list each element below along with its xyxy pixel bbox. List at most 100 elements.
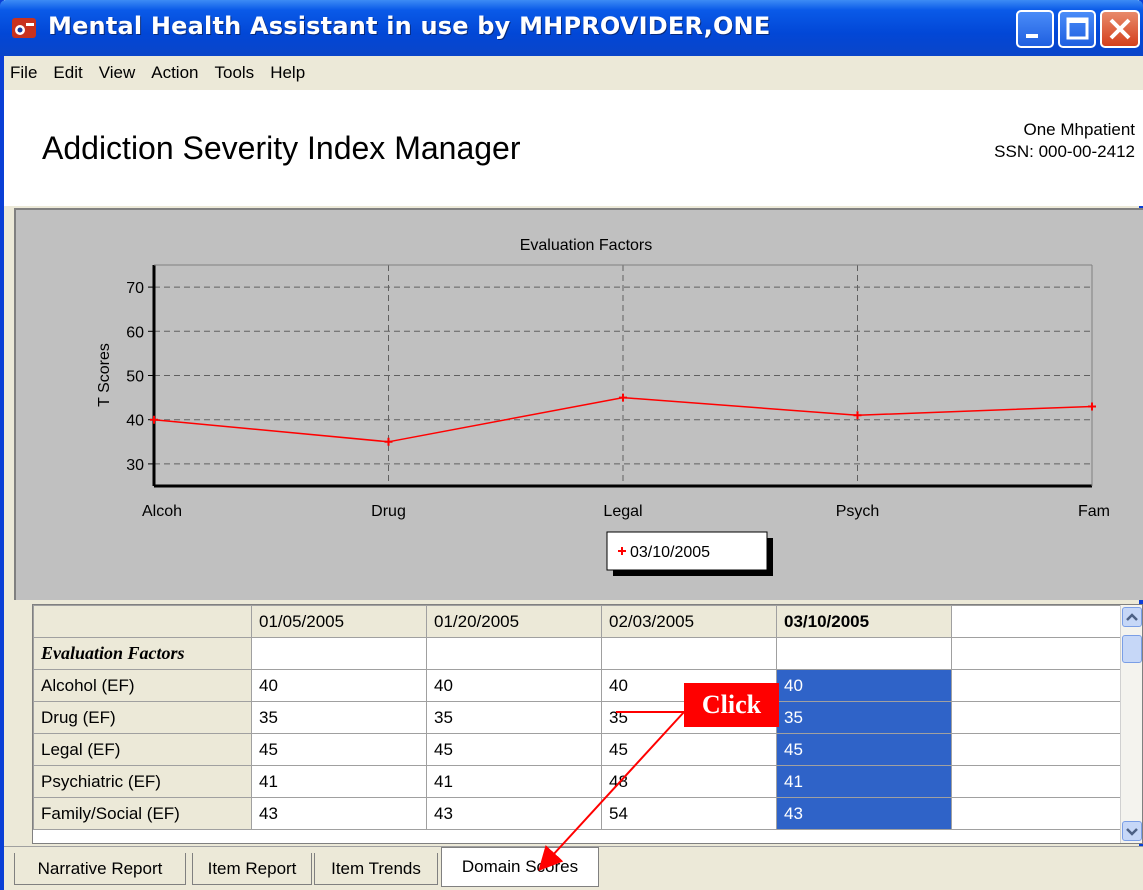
x-tick-label: Legal: [603, 503, 642, 520]
table-cell-selected[interactable]: 40: [776, 669, 952, 702]
table-cell[interactable]: 35: [426, 701, 602, 734]
menu-action[interactable]: Action: [143, 63, 206, 83]
table-cell[interactable]: 45: [251, 733, 427, 766]
empty-cell: [951, 701, 1132, 734]
data-point: [853, 411, 862, 420]
table-cell: [251, 637, 427, 670]
table-cell[interactable]: 54: [601, 797, 777, 830]
menu-tools[interactable]: Tools: [207, 63, 263, 83]
tab-bar: Narrative Report Item Report Item Trends…: [4, 846, 1143, 890]
menu-help[interactable]: Help: [262, 63, 313, 83]
title-bar[interactable]: Mental Health Assistant in use by MHPROV…: [0, 0, 1143, 56]
menu-bar: File Edit View Action Tools Help: [4, 56, 1143, 90]
table-cell[interactable]: 43: [251, 797, 427, 830]
row-label: Family/Social (EF): [33, 797, 252, 830]
scores-grid[interactable]: 01/05/2005 01/20/2005 02/03/2005 03/10/2…: [32, 604, 1143, 844]
scroll-thumb[interactable]: [1122, 635, 1142, 663]
scores-table: 01/05/2005 01/20/2005 02/03/2005 03/10/2…: [33, 605, 1132, 830]
scroll-down-button[interactable]: [1122, 821, 1142, 841]
page-title: Addiction Severity Index Manager: [42, 130, 521, 166]
minimize-icon: [1026, 34, 1038, 38]
window-title: Mental Health Assistant in use by MHPROV…: [48, 12, 771, 40]
table-cell: [601, 637, 777, 670]
empty-cell: [951, 605, 1132, 638]
evaluation-factors-chart: Evaluation Factors T Scores 30 40 50 60 70 Al…: [96, 237, 1110, 576]
tab-domain-scores[interactable]: Domain Scores: [441, 847, 599, 887]
menu-view[interactable]: View: [91, 63, 144, 83]
column-header[interactable]: 01/20/2005: [426, 605, 602, 638]
y-tick-label: 50: [126, 369, 144, 386]
data-point: [1088, 402, 1096, 411]
minimize-button[interactable]: [1016, 10, 1054, 48]
vertical-scrollbar[interactable]: [1120, 605, 1142, 843]
empty-cell: [951, 797, 1132, 830]
y-tick-label: 70: [126, 280, 144, 297]
table-cell[interactable]: 45: [426, 733, 602, 766]
table-cell-selected[interactable]: 45: [776, 733, 952, 766]
data-point: [384, 437, 393, 446]
row-label: Alcohol (EF): [33, 669, 252, 702]
app-window: Mental Health Assistant in use by MHPROV…: [0, 0, 1143, 890]
chevron-up-icon: [1126, 613, 1138, 621]
y-tick-label: 30: [126, 457, 144, 474]
click-annotation: Click: [684, 683, 779, 727]
x-tick-label: Alcoh: [142, 503, 182, 520]
table-cell[interactable]: 40: [251, 669, 427, 702]
column-header-selected[interactable]: 03/10/2005: [776, 605, 952, 638]
table-corner: [33, 605, 252, 638]
table-cell: [426, 637, 602, 670]
y-axis-label: T Scores: [96, 343, 113, 407]
chart-legend: 03/10/2005: [606, 531, 773, 576]
menu-edit[interactable]: Edit: [45, 63, 90, 83]
table-cell[interactable]: 45: [601, 733, 777, 766]
table-row[interactable]: Drug (EF) 35 35 35 35: [33, 701, 1132, 734]
menu-file[interactable]: File: [4, 63, 45, 83]
row-label: Legal (EF): [33, 733, 252, 766]
table-section-row: Evaluation Factors: [33, 637, 1132, 670]
close-button[interactable]: [1100, 10, 1140, 48]
table-cell[interactable]: 43: [426, 797, 602, 830]
app-icon: [12, 18, 36, 38]
maximize-button[interactable]: [1058, 10, 1096, 48]
patient-name: One Mhpatient: [1023, 120, 1135, 139]
column-header[interactable]: 01/05/2005: [251, 605, 427, 638]
table-cell: [776, 637, 952, 670]
row-label: Psychiatric (EF): [33, 765, 252, 798]
table-cell[interactable]: 41: [426, 765, 602, 798]
scroll-up-button[interactable]: [1122, 607, 1142, 627]
x-tick-label: Fam: [1078, 503, 1110, 520]
empty-cell: [951, 637, 1132, 670]
row-label: Drug (EF): [33, 701, 252, 734]
table-cell[interactable]: 35: [251, 701, 427, 734]
page-header: Addiction Severity Index Manager One Mhp…: [4, 90, 1143, 206]
tab-narrative-report[interactable]: Narrative Report: [14, 853, 186, 885]
patient-ssn: SSN: 000-00-2412: [994, 142, 1135, 161]
chart-panel: Evaluation Factors T Scores 30 40 50 60 70 Al…: [14, 208, 1143, 600]
chevron-down-icon: [1126, 828, 1138, 836]
table-cell-selected[interactable]: 35: [776, 701, 952, 734]
y-tick-label: 60: [126, 324, 144, 341]
table-cell[interactable]: 41: [251, 765, 427, 798]
maximize-icon: [1066, 17, 1089, 40]
table-row[interactable]: Family/Social (EF) 43 43 54 43: [33, 797, 1132, 830]
x-tick-label: Drug: [371, 503, 406, 520]
data-point: [150, 415, 158, 424]
section-label: Evaluation Factors: [33, 637, 252, 670]
data-point: [619, 393, 627, 402]
chart-title: Evaluation Factors: [520, 237, 653, 254]
close-icon: [1109, 18, 1131, 40]
table-cell[interactable]: 40: [426, 669, 602, 702]
empty-cell: [951, 733, 1132, 766]
tab-item-report[interactable]: Item Report: [192, 853, 312, 885]
table-cell-selected[interactable]: 43: [776, 797, 952, 830]
legend-label: 03/10/2005: [630, 544, 710, 561]
table-header-row: 01/05/2005 01/20/2005 02/03/2005 03/10/2…: [33, 605, 1132, 638]
y-tick-label: 40: [126, 413, 144, 430]
table-row[interactable]: Legal (EF) 45 45 45 45: [33, 733, 1132, 766]
table-cell[interactable]: 48: [601, 765, 777, 798]
table-row[interactable]: Alcohol (EF) 40 40 40 40: [33, 669, 1132, 702]
table-cell-selected[interactable]: 41: [776, 765, 952, 798]
table-row[interactable]: Psychiatric (EF) 41 41 48 41: [33, 765, 1132, 798]
column-header[interactable]: 02/03/2005: [601, 605, 777, 638]
tab-item-trends[interactable]: Item Trends: [314, 853, 438, 885]
